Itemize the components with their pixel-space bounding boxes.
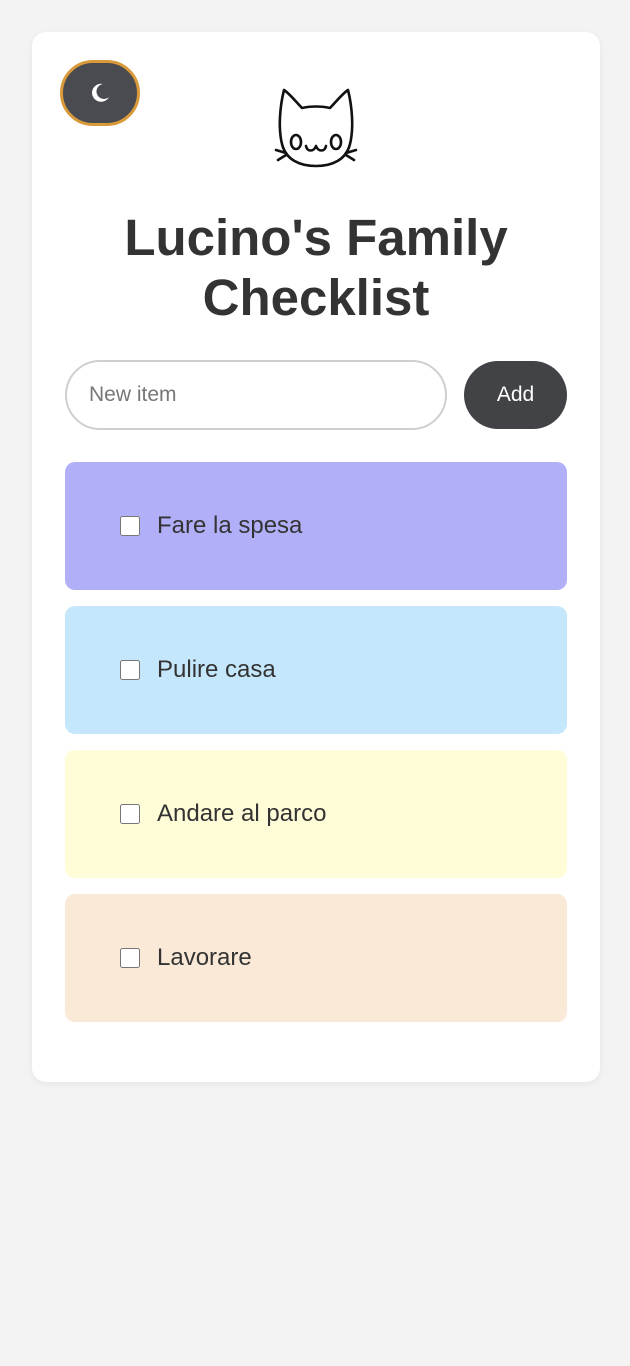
item-checkbox[interactable] xyxy=(120,804,140,824)
item-label: Pulire casa xyxy=(157,656,276,683)
list-item[interactable]: Andare al parco xyxy=(65,750,567,878)
cat-face-icon xyxy=(272,86,360,172)
item-label: Lavorare xyxy=(157,944,252,971)
theme-toggle-button[interactable] xyxy=(60,60,140,126)
moon-icon xyxy=(89,82,111,104)
item-label: Andare al parco xyxy=(157,800,327,827)
add-button[interactable]: Add xyxy=(464,361,567,429)
new-item-input[interactable] xyxy=(65,360,447,430)
list-item[interactable]: Lavorare xyxy=(65,894,567,1022)
page-title: Lucino's Family Checklist xyxy=(124,209,508,326)
item-label: Fare la spesa xyxy=(157,512,303,539)
item-checkbox[interactable] xyxy=(120,516,140,536)
list-item[interactable]: Pulire casa xyxy=(65,606,567,734)
list-item[interactable]: Fare la spesa xyxy=(65,462,567,590)
checklist: Fare la spesa Pulire casa Andare al parc… xyxy=(65,462,567,1038)
add-item-form: Add xyxy=(65,360,567,430)
checklist-card: Lucino's Family Checklist Add Fare la sp… xyxy=(32,32,600,1082)
item-checkbox[interactable] xyxy=(120,660,140,680)
item-checkbox[interactable] xyxy=(120,948,140,968)
